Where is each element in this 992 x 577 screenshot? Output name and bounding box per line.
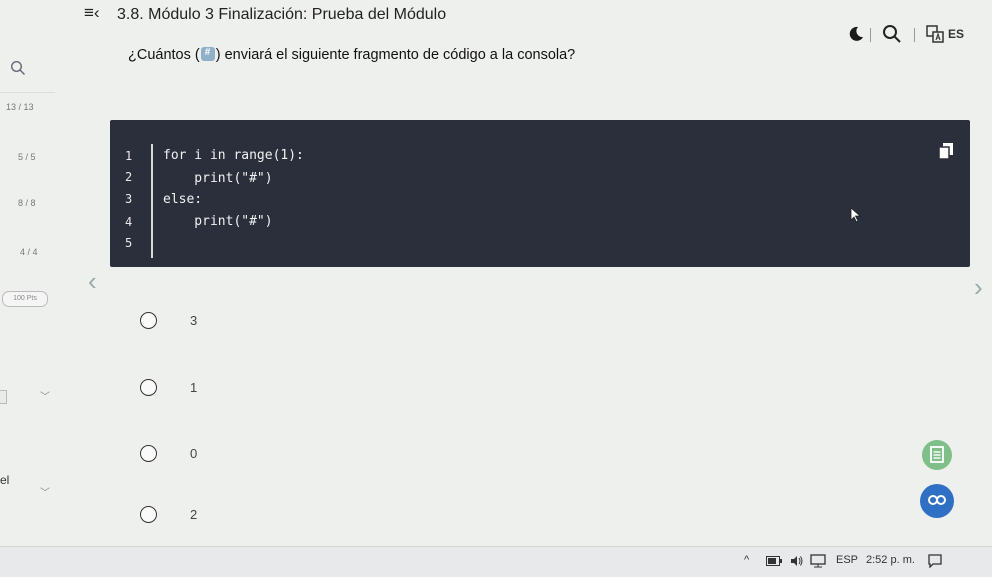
language-code[interactable]: ES [948, 27, 964, 41]
question-start: ¿Cuántos ( [128, 47, 200, 63]
option-label: 0 [190, 446, 198, 461]
sidebar-item-count[interactable]: 4 / 4 [20, 247, 38, 257]
line-number: 4 [125, 215, 133, 229]
code-line: for i in range(1): [163, 148, 304, 163]
chat-button[interactable] [920, 484, 954, 518]
page-title: 3.8. Módulo 3 Finalización: Prueba del M… [117, 6, 447, 23]
question-end: ) enviará el siguiente fragmento de códi… [215, 47, 576, 63]
option-label: 2 [190, 507, 198, 522]
taskbar: ^ ESP 2:52 p. m. [0, 546, 992, 577]
chevron-down-icon[interactable]: ﹀ [40, 484, 50, 499]
chevron-up-icon[interactable]: ^ [744, 554, 749, 566]
gutter-divider [151, 144, 153, 258]
code-line: print("#") [163, 214, 273, 229]
moon-icon[interactable] [848, 26, 864, 42]
sidebar-text: el [0, 473, 10, 487]
sidebar-item-count[interactable]: 8 / 8 [18, 198, 36, 208]
clock[interactable]: 2:52 p. m. [866, 554, 915, 566]
battery-icon[interactable] [766, 556, 782, 566]
line-number: 1 [125, 149, 133, 163]
menu-icon[interactable]: ≡‹ [84, 3, 100, 23]
input-language[interactable]: ESP [836, 554, 858, 566]
sidebar-item-count[interactable]: 5 / 5 [18, 152, 36, 162]
divider [870, 28, 871, 42]
radio-button[interactable] [140, 379, 157, 396]
code-line: else: [163, 192, 203, 207]
code-line: print("#") [163, 171, 273, 186]
translate-icon[interactable] [926, 25, 944, 43]
chevron-left-icon[interactable]: ‹ [88, 266, 97, 297]
line-number: 3 [125, 192, 133, 206]
volume-icon[interactable] [790, 554, 804, 568]
chat-icon [928, 495, 946, 505]
line-number: 2 [125, 170, 133, 184]
search-icon[interactable] [882, 24, 902, 44]
notification-icon[interactable] [928, 554, 942, 568]
sidebar-search-icon[interactable] [10, 60, 26, 76]
radio-button[interactable] [140, 506, 157, 523]
code-block: 1 2 3 4 5 for i in range(1): print("#") … [110, 120, 970, 267]
sidebar-tab[interactable] [0, 390, 7, 404]
notes-button[interactable] [922, 440, 952, 470]
option-label: 3 [190, 313, 198, 328]
notes-icon [930, 446, 944, 463]
chevron-down-icon[interactable]: ﹀ [40, 388, 50, 403]
sidebar-item-count[interactable]: 13 / 13 [6, 102, 34, 112]
hash-badge-icon [200, 47, 215, 61]
line-number: 5 [125, 236, 133, 250]
option-label: 1 [190, 380, 198, 395]
radio-button[interactable] [140, 312, 157, 329]
radio-button[interactable] [140, 445, 157, 462]
points-badge: 100 Pts [2, 291, 48, 307]
network-icon[interactable] [810, 554, 826, 568]
chevron-right-icon[interactable]: › [974, 272, 983, 303]
question-text: ¿Cuántos ( ) enviará el siguiente fragmen… [128, 47, 575, 63]
copy-icon[interactable] [938, 142, 954, 160]
top-bar: ≡‹ 3.8. Módulo 3 Finalización: Prueba de… [0, 0, 992, 30]
cursor-icon [850, 207, 862, 223]
divider [914, 28, 915, 42]
sidebar-divider [0, 92, 55, 93]
